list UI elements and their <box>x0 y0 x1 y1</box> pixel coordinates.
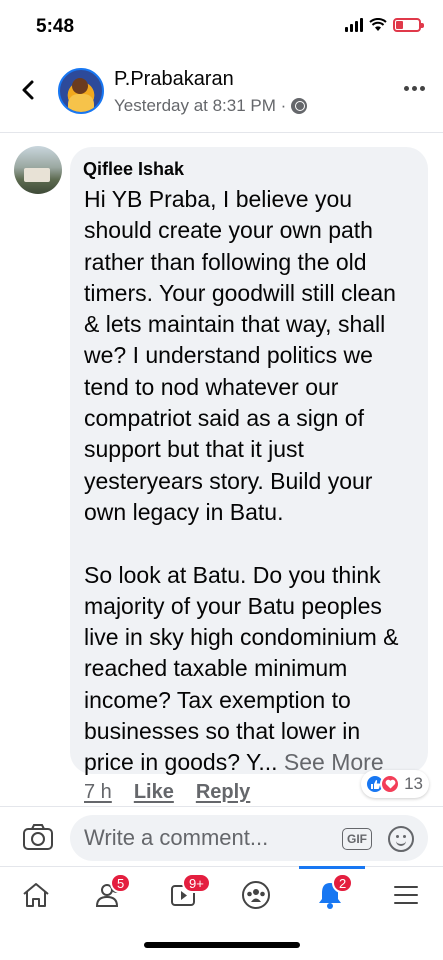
bottom-nav: 5 9+ 2 <box>0 866 443 926</box>
post-header: P.Prabakaran Yesterday at 8:31 PM · <box>0 56 443 128</box>
nav-watch[interactable]: 9+ <box>154 867 214 923</box>
reply-button[interactable]: Reply <box>196 781 250 804</box>
emoji-icon[interactable] <box>388 826 414 852</box>
active-tab-indicator <box>299 866 365 869</box>
back-arrow-icon[interactable] <box>12 74 44 106</box>
reaction-count: 13 <box>404 774 423 793</box>
post-timestamp[interactable]: Yesterday at 8:31 PM · <box>114 96 286 116</box>
friends-badge: 5 <box>110 873 132 893</box>
comment-bubble: Qiflee Ishak Hi YB Praba, I believe you … <box>70 147 428 775</box>
like-button[interactable]: Like <box>134 781 174 804</box>
nav-friends[interactable]: 5 <box>80 867 140 923</box>
nav-groups[interactable] <box>226 867 286 923</box>
comment-author[interactable]: Qiflee Ishak <box>83 159 414 180</box>
home-indicator <box>144 942 300 948</box>
battery-icon <box>393 18 424 32</box>
status-time: 5:48 <box>36 16 75 37</box>
more-options-button[interactable] <box>404 86 425 91</box>
love-reaction-icon <box>380 774 401 794</box>
globe-icon <box>291 98 308 114</box>
comment-body: Hi YB Praba, I believe you should create… <box>84 186 399 776</box>
comment-composer: GIF <box>0 806 443 866</box>
signal-icon <box>345 18 363 32</box>
hamburger-menu-icon <box>394 886 418 904</box>
home-icon <box>23 883 49 907</box>
comment-input[interactable] <box>70 815 428 861</box>
comment-text: Hi YB Praba, I believe you should create… <box>84 184 414 779</box>
commenter-avatar[interactable] <box>14 146 62 194</box>
author-avatar[interactable] <box>58 68 104 114</box>
author-name[interactable]: P.Prabakaran <box>114 68 234 91</box>
camera-icon[interactable] <box>22 823 54 851</box>
notifications-badge: 2 <box>332 873 354 893</box>
wifi-icon <box>369 18 387 31</box>
nav-home[interactable] <box>6 867 66 923</box>
nav-notifications[interactable]: 2 <box>300 867 360 923</box>
watch-badge: 9+ <box>182 873 211 893</box>
reactions-summary[interactable]: 13 <box>361 770 429 798</box>
nav-menu[interactable] <box>376 867 436 923</box>
groups-icon <box>242 881 270 909</box>
comment-actions: 7 h Like Reply <box>84 781 250 804</box>
divider <box>0 132 443 133</box>
status-icons <box>345 18 424 32</box>
status-bar: 5:48 <box>0 0 443 52</box>
gif-button[interactable]: GIF <box>342 828 372 850</box>
post-meta: Yesterday at 8:31 PM · <box>114 96 308 116</box>
comment-time[interactable]: 7 h <box>84 781 112 804</box>
